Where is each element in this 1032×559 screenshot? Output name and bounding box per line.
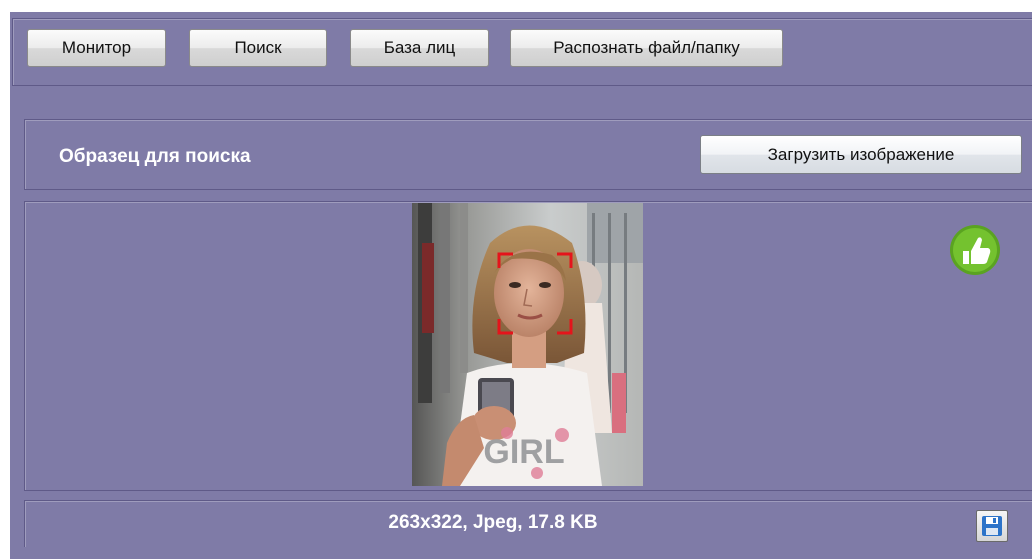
face-database-button[interactable]: База лиц	[350, 29, 489, 67]
file-info-text: 263x322, Jpeg, 17.8 KB	[388, 512, 598, 533]
shirt-print-text: GIRL	[483, 433, 564, 471]
recognize-file-folder-button[interactable]: Распознать файл/папку	[510, 29, 783, 67]
monitor-button[interactable]: Монитор	[27, 29, 166, 67]
save-icon[interactable]	[976, 510, 1008, 542]
search-button[interactable]: Поиск	[189, 29, 327, 67]
load-image-button[interactable]: Загрузить изображение	[700, 135, 1022, 174]
sample-face-photo: GIRL	[412, 203, 643, 486]
thumbs-up-icon	[949, 224, 1001, 276]
search-sample-title: Образец для поиска	[59, 146, 251, 167]
